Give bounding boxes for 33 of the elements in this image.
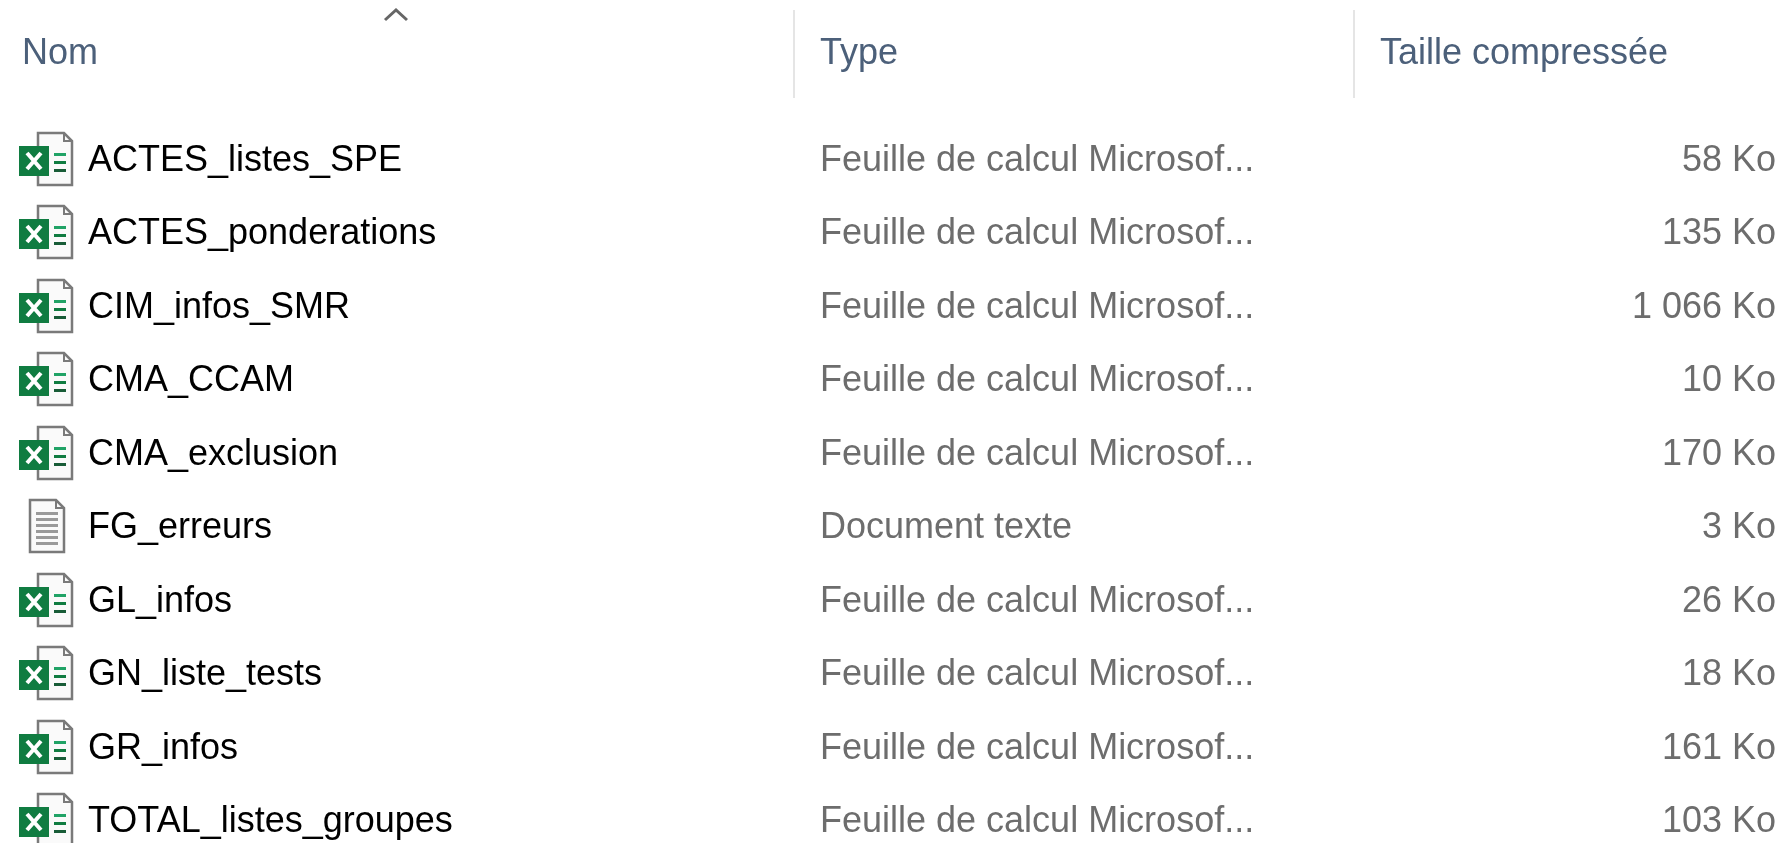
file-type: Feuille de calcul Microsof...	[820, 725, 1255, 768]
file-size: 10 Ko	[1681, 358, 1776, 401]
file-name[interactable]: GN_liste_tests	[88, 652, 323, 695]
file-type: Feuille de calcul Microsof...	[820, 799, 1255, 842]
file-size: 26 Ko	[1681, 578, 1776, 621]
file-size: 135 Ko	[1661, 211, 1776, 254]
file-size: 3 Ko	[1701, 505, 1776, 548]
file-type: Feuille de calcul Microsof...	[820, 578, 1255, 621]
file-size: 1 066 Ko	[1631, 284, 1776, 327]
file-type: Feuille de calcul Microsof...	[820, 137, 1255, 180]
file-type: Feuille de calcul Microsof...	[820, 431, 1255, 474]
file-name[interactable]: FG_erreurs	[88, 505, 273, 548]
file-type: Feuille de calcul Microsof...	[820, 211, 1255, 254]
column-header[interactable]: Nom	[0, 31, 98, 73]
file-size: 161 Ko	[1661, 725, 1776, 768]
file-name[interactable]: CMA_exclusion	[88, 431, 339, 474]
column-header[interactable]: Taille compressée	[1355, 31, 1669, 73]
file-type: Feuille de calcul Microsof...	[820, 652, 1255, 695]
file-size: 103 Ko	[1661, 799, 1776, 842]
file-size: 58 Ko	[1681, 137, 1776, 180]
file-size: 18 Ko	[1681, 652, 1776, 695]
file-type: Document texte	[820, 505, 1073, 548]
file-name[interactable]: ACTES_listes_SPE	[88, 137, 403, 180]
file-type: Feuille de calcul Microsof...	[820, 358, 1255, 401]
file-name[interactable]: CIM_infos_SMR	[88, 284, 351, 327]
file-name[interactable]: GL_infos	[88, 578, 233, 621]
file-size: 170 Ko	[1661, 431, 1776, 474]
file-type: Feuille de calcul Microsof...	[820, 284, 1255, 327]
file-name[interactable]: ACTES_ponderations	[88, 211, 437, 254]
file-name[interactable]: CMA_CCAM	[88, 358, 294, 401]
column-header[interactable]: Type	[795, 31, 899, 73]
file-name[interactable]: TOTAL_listes_groupes	[88, 799, 453, 842]
file-name[interactable]: GR_infos	[88, 725, 239, 768]
